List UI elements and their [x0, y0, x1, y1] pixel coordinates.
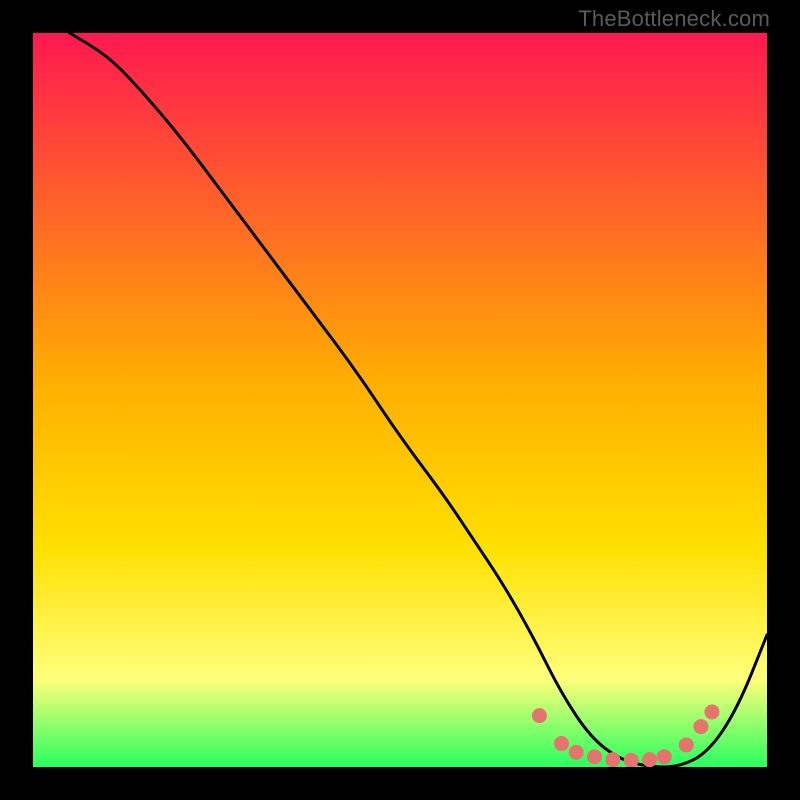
curve-dot: [605, 752, 620, 767]
curve-dot: [693, 719, 708, 734]
curve-dot: [587, 749, 602, 764]
curve-dot: [679, 737, 694, 752]
plot-area: [33, 33, 767, 767]
bottleneck-curve-chart: [33, 33, 767, 767]
outer-frame: TheBottleneck.com: [0, 0, 800, 800]
curve-dot: [642, 752, 657, 767]
curve-dot: [532, 708, 547, 723]
curve-dot: [657, 749, 672, 764]
curve-dot: [704, 704, 719, 719]
curve-dot: [569, 745, 584, 760]
gradient-background: [33, 33, 767, 767]
watermark-text: TheBottleneck.com: [578, 6, 770, 32]
curve-dot: [554, 736, 569, 751]
